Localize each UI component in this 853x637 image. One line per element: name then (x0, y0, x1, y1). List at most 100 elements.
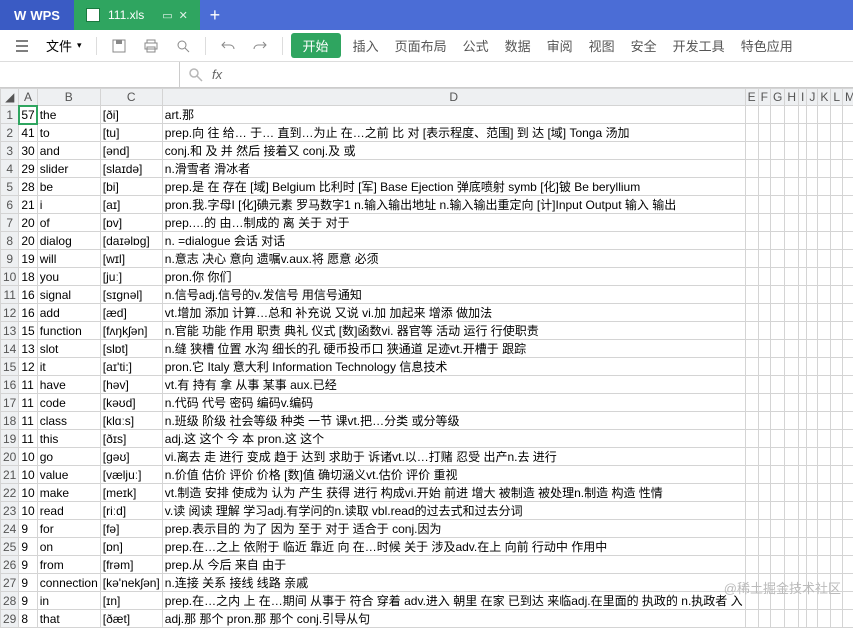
cell[interactable]: pron.它 Italy 意大利 Information Technology … (162, 358, 745, 376)
cell[interactable] (785, 268, 799, 286)
cell[interactable]: [ðɪs] (100, 430, 162, 448)
cell[interactable]: prep.向 往 给… 于… 直到…为止 在…之前 比 对 [表示程度、范围] … (162, 124, 745, 142)
cell[interactable] (745, 556, 758, 574)
column-header[interactable]: K (818, 89, 831, 106)
cell[interactable] (745, 322, 758, 340)
cell[interactable] (831, 196, 843, 214)
cell[interactable] (758, 592, 770, 610)
cell[interactable]: [sɪgnəl] (100, 286, 162, 304)
cell[interactable]: for (37, 520, 100, 538)
cell[interactable] (831, 340, 843, 358)
cell[interactable] (807, 214, 818, 232)
cell[interactable] (758, 376, 770, 394)
cell[interactable] (831, 502, 843, 520)
cell[interactable] (818, 106, 831, 124)
cell[interactable]: 30 (19, 142, 37, 160)
cell[interactable] (843, 484, 853, 502)
cell[interactable]: 9 (19, 556, 37, 574)
row-header[interactable]: 12 (1, 304, 19, 322)
cell[interactable] (843, 376, 853, 394)
row-header[interactable]: 24 (1, 520, 19, 538)
cell[interactable] (785, 520, 799, 538)
column-header[interactable]: G (770, 89, 784, 106)
ribbon-tab[interactable]: 页面布局 (387, 35, 455, 58)
cell[interactable] (818, 502, 831, 520)
column-header[interactable]: E (745, 89, 758, 106)
cell[interactable] (818, 592, 831, 610)
cell[interactable] (758, 340, 770, 358)
cell[interactable] (807, 484, 818, 502)
cell[interactable] (843, 574, 853, 592)
name-box[interactable] (0, 62, 180, 87)
cell[interactable] (770, 466, 784, 484)
cell[interactable] (785, 502, 799, 520)
cell[interactable] (745, 160, 758, 178)
cell[interactable] (745, 538, 758, 556)
cell[interactable] (745, 520, 758, 538)
row-header[interactable]: 26 (1, 556, 19, 574)
cell[interactable] (785, 448, 799, 466)
cell[interactable] (818, 322, 831, 340)
cell[interactable] (807, 592, 818, 610)
fx-label[interactable]: fx (212, 67, 222, 82)
cell[interactable]: that (37, 610, 100, 628)
cell[interactable] (785, 178, 799, 196)
spreadsheet-grid[interactable]: ◢ABCDEFGHIJKLM 157the[ði] art.那241to[tu]… (0, 88, 853, 628)
cell[interactable]: slot (37, 340, 100, 358)
cell[interactable] (818, 160, 831, 178)
cell[interactable] (758, 322, 770, 340)
cell[interactable] (798, 124, 806, 142)
cell[interactable] (770, 268, 784, 286)
cell[interactable]: make (37, 484, 100, 502)
cell[interactable] (770, 250, 784, 268)
cell[interactable] (831, 160, 843, 178)
cell[interactable] (770, 142, 784, 160)
cell[interactable]: conj.和 及 并 然后 接着又 conj.及 或 (162, 142, 745, 160)
cell[interactable] (770, 178, 784, 196)
cell[interactable] (831, 286, 843, 304)
column-header[interactable]: A (19, 89, 37, 106)
cell[interactable] (745, 250, 758, 268)
ribbon-tab[interactable]: 公式 (455, 35, 497, 58)
cell[interactable]: v.读 阅读 理解 学习adj.有学问的n.读取 vbl.read的过去式和过去… (162, 502, 745, 520)
cell[interactable]: [æd] (100, 304, 162, 322)
cell[interactable] (843, 358, 853, 376)
cell[interactable]: the (37, 106, 100, 124)
cell[interactable]: 10 (19, 502, 37, 520)
cell[interactable]: [gəʊ] (100, 448, 162, 466)
cell[interactable]: n.官能 功能 作用 职责 典礼 仪式 [数]函数vi. 器官等 活动 运行 行… (162, 322, 745, 340)
cell[interactable]: 10 (19, 466, 37, 484)
cell[interactable] (785, 250, 799, 268)
cell[interactable] (758, 196, 770, 214)
cell[interactable] (818, 466, 831, 484)
cell[interactable] (770, 610, 784, 628)
cell[interactable] (798, 304, 806, 322)
cell[interactable] (831, 574, 843, 592)
cell[interactable]: 9 (19, 592, 37, 610)
cell[interactable] (831, 106, 843, 124)
row-header[interactable]: 5 (1, 178, 19, 196)
cell[interactable] (831, 376, 843, 394)
row-header[interactable]: 15 (1, 358, 19, 376)
cell[interactable] (770, 394, 784, 412)
cell[interactable] (807, 286, 818, 304)
cell[interactable] (818, 304, 831, 322)
cell[interactable]: prep.在…之内 上 在…期间 从事于 符合 穿着 adv.进入 朝里 在家 … (162, 592, 745, 610)
cell[interactable] (758, 142, 770, 160)
cell[interactable] (758, 214, 770, 232)
cell[interactable] (831, 466, 843, 484)
cell[interactable] (758, 106, 770, 124)
cell[interactable]: [həv] (100, 376, 162, 394)
cell[interactable]: add (37, 304, 100, 322)
cell[interactable] (770, 106, 784, 124)
cell[interactable] (798, 232, 806, 250)
cell[interactable]: prep.有 以 用 同… 由于 和…一致 赞成 关于 就 (162, 628, 745, 629)
document-tab[interactable]: 111.xls ▭ ✕ (74, 0, 200, 30)
cell[interactable] (831, 250, 843, 268)
cell[interactable]: with (37, 628, 100, 629)
cell[interactable] (807, 268, 818, 286)
cell[interactable] (758, 412, 770, 430)
cell[interactable] (831, 232, 843, 250)
cell[interactable]: [slaɪdə] (100, 160, 162, 178)
cell[interactable] (807, 196, 818, 214)
